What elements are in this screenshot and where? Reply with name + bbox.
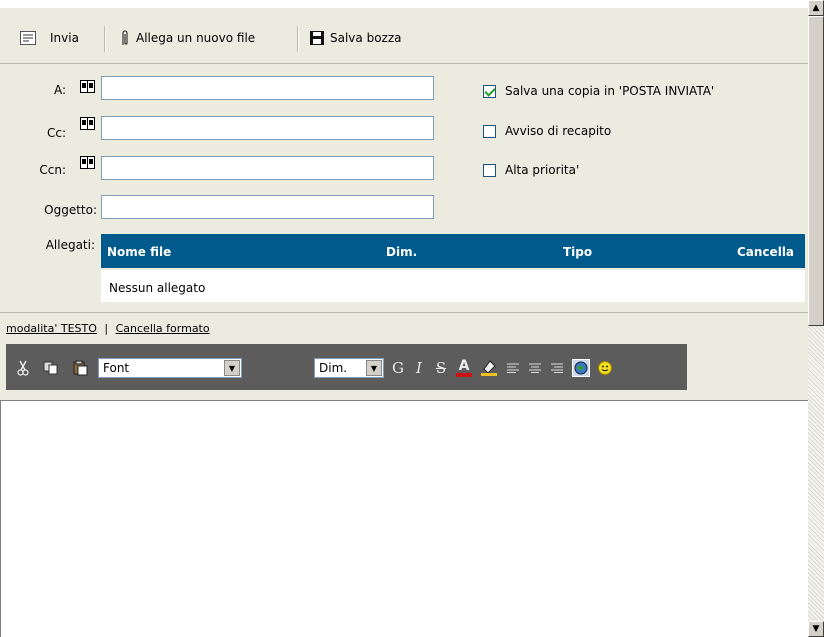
align-left-icon[interactable] [502,357,524,379]
toolbar-divider [0,63,808,64]
option-save-copy[interactable]: Salva una copia in 'POSTA INVIATA' [483,84,714,98]
clear-format-link[interactable]: Cancella formato [116,322,210,335]
high-priority-checkbox[interactable] [483,163,496,177]
font-select[interactable]: Font ▼ [98,358,242,378]
text-mode-link[interactable]: modalita' TESTO [6,322,97,335]
section-divider [0,312,808,313]
paste-icon[interactable] [70,357,92,379]
highlight-icon[interactable] [478,357,500,379]
size-select-value: Dim. [319,361,348,375]
bold-button[interactable]: G [387,357,409,379]
attach-file-label: Allega un nuovo file [136,31,256,45]
to-input[interactable] [101,76,434,100]
strikethrough-button[interactable]: S [430,357,452,379]
scroll-down-icon[interactable]: ▼ [808,621,824,637]
column-header-size: Dim. [386,245,418,259]
bcc-label: Ccn: [39,163,66,177]
subject-input[interactable] [101,195,434,219]
format-toolbar: Font ▼ Dim. ▼ G I S A [6,344,687,390]
send-icon [20,31,36,45]
save-draft-label: Salva bozza [330,31,402,45]
floppy-disk-icon [310,31,324,45]
italic-button[interactable]: I [408,357,430,379]
compose-toolbar: Invia Allega un nuovo file Salva bozza [0,8,808,63]
column-header-type: Tipo [563,245,593,259]
chevron-down-icon[interactable]: ▼ [366,360,382,376]
top-border [0,0,808,8]
scroll-up-icon[interactable]: ▲ [808,0,824,16]
attachments-label: Allegati: [45,238,95,252]
column-header-filename: Nome file [107,245,172,259]
vertical-scrollbar[interactable]: ▲ ▼ [808,0,824,637]
save-copy-checkbox[interactable] [483,84,496,98]
font-color-button[interactable]: A [453,357,475,379]
font-color-letter: A [458,358,470,374]
address-book-icon[interactable] [80,156,95,169]
toolbar-separator [104,26,106,52]
insert-link-icon[interactable] [570,357,592,379]
smiley-icon[interactable] [594,357,616,379]
chevron-down-icon[interactable]: ▼ [224,360,240,376]
to-label: A: [53,83,66,97]
option-high-priority[interactable]: Alta priorita' [483,163,579,177]
message-body-editor[interactable] [0,400,808,637]
column-header-delete: Cancella [737,245,795,259]
cc-input[interactable] [101,116,434,140]
attach-file-button[interactable]: Allega un nuovo file [120,28,255,48]
attachments-header: Nome file Dim. Tipo Cancella [101,234,805,268]
attachments-empty-text: Nessun allegato [109,281,206,295]
address-book-icon[interactable] [80,80,95,93]
send-label: Invia [50,31,79,45]
copy-icon[interactable] [40,357,62,379]
link-separator: | [104,322,109,335]
compose-window: Invia Allega un nuovo file Salva bozza A… [0,0,808,637]
size-select[interactable]: Dim. ▼ [314,358,384,378]
align-center-icon[interactable] [524,357,546,379]
align-right-icon[interactable] [546,357,568,379]
editor-mode-links: modalita' TESTO | Cancella formato [6,322,210,335]
subject-label: Oggetto: [44,203,97,217]
address-book-icon[interactable] [80,117,95,130]
delivery-receipt-label: Avviso di recapito [505,124,612,138]
option-delivery-receipt[interactable]: Avviso di recapito [483,124,611,138]
bcc-input[interactable] [101,156,434,180]
font-select-value: Font [103,361,130,375]
delivery-receipt-checkbox[interactable] [483,124,496,138]
scrollbar-thumb[interactable] [808,16,824,326]
high-priority-label: Alta priorita' [505,163,580,177]
cc-label: Cc: [46,126,66,140]
font-color-swatch [456,373,472,377]
cut-icon[interactable] [12,357,34,379]
paperclip-icon [122,30,128,45]
save-copy-label: Salva una copia in 'POSTA INVIATA' [505,84,715,98]
toolbar-separator [297,26,299,52]
send-button[interactable]: Invia [20,28,79,48]
save-draft-button[interactable]: Salva bozza [310,28,401,48]
attachments-list: Nessun allegato [101,270,805,302]
